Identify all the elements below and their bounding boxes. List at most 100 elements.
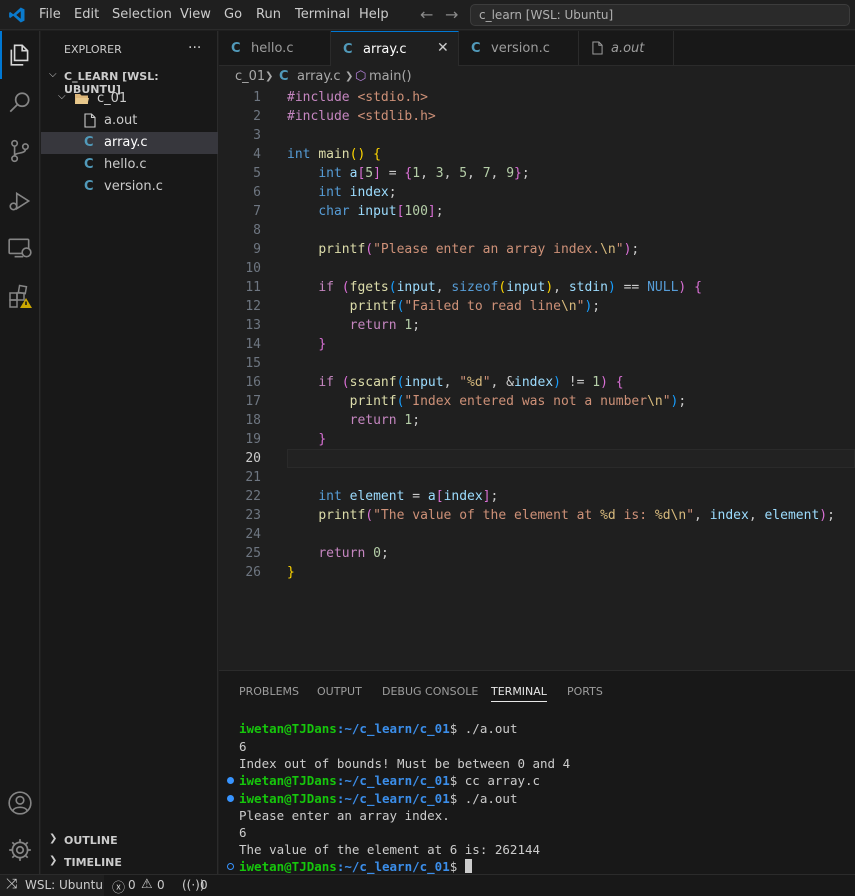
explorer-files-icon[interactable] [7,42,33,68]
code-line: } [318,432,327,447]
tab-hello-c[interactable]: C hello.c [219,31,331,66]
c-file-icon: C [84,179,94,194]
outline-title: OUTLINE [64,834,118,847]
command-decoration-icon[interactable] [227,863,234,870]
current-line-highlight [287,449,855,468]
menu-view[interactable]: View [180,7,211,22]
error-icon[interactable]: ⓧ [112,877,125,896]
panel-tab-ports[interactable]: PORTS [567,685,603,698]
code-line: return 1; [349,413,421,428]
file-icon [592,41,603,55]
settings-gear-icon[interactable] [7,837,33,863]
account-icon[interactable] [7,790,33,816]
code-line: int index; [318,185,397,200]
line-number: 15 [245,356,261,371]
command-decoration-icon[interactable] [227,777,234,784]
outline-section[interactable]: ❯ OUTLINE [41,830,218,852]
tab-array-c[interactable]: C array.c ✕ [331,31,459,67]
menu-file[interactable]: File [39,7,61,22]
search-icon[interactable] [7,90,33,116]
menu-run[interactable]: Run [256,7,281,22]
terminal-command: $ ./a.out [449,791,518,806]
workspace-root[interactable]: ⌵ C_LEARN [WSL: UBUNTU] [41,66,218,96]
terminal-cursor [464,859,472,873]
menu-terminal[interactable]: Terminal [295,7,350,22]
code-line: printf("The value of the element at %d i… [318,508,835,523]
breadcrumb-file[interactable]: array.c [297,69,341,84]
code-line: #include <stdlib.h> [287,109,436,124]
terminal-line: Index out of bounds! Must be between 0 a… [239,756,571,771]
file-hello-c[interactable]: C hello.c [41,154,218,176]
warning-icon[interactable]: ⚠ [141,877,153,892]
menu-selection[interactable]: Selection [112,7,172,22]
folder-c01[interactable]: ⌵ c_01 [41,88,218,110]
menu-go[interactable]: Go [224,7,242,22]
code-editor[interactable]: 1 2 3 4 5 6 7 8 9 10 11 12 13 14 15 16 1… [219,88,855,670]
line-number: 24 [245,527,261,542]
line-number: 2 [253,109,261,124]
c-file-icon: C [471,41,481,56]
file-array-c[interactable]: C array.c [41,132,218,154]
breadcrumb: c_01 ❯ C array.c ❯ ⬡ main() [219,66,855,88]
file-label: version.c [104,179,163,194]
file-icon [84,113,96,128]
code-line: printf("Please enter an array index.\n")… [318,242,640,257]
terminal-prompt[interactable]: iwetan@TJDans:~/c_learn/c_01$ [239,859,472,874]
breadcrumb-symbol[interactable]: main() [369,69,412,84]
line-number: 6 [253,185,261,200]
active-indicator [0,31,2,79]
line-number: 4 [253,147,261,162]
line-number: 18 [245,413,261,428]
panel-tab-debug-console[interactable]: DEBUG CONSOLE [382,685,478,698]
line-number: 3 [253,128,261,143]
menu-help[interactable]: Help [359,7,389,22]
code-line: char input[100]; [318,204,444,219]
panel-tab-problems[interactable]: PROBLEMS [239,685,299,698]
line-number-active: 20 [245,451,261,466]
tab-version-c[interactable]: C version.c [459,31,579,66]
terminal-line: iwetan@TJDans:~/c_learn/c_01$ cc array.c [239,773,540,788]
timeline-section[interactable]: ❯ TIMELINE [41,852,218,874]
remote-indicator[interactable]: ⤨ WSL: Ubuntu [0,875,104,896]
terminal-line: 6 [239,739,247,754]
terminal-user: iwetan@TJDans [239,791,337,806]
command-decoration-icon[interactable] [227,795,234,802]
line-number: 11 [245,280,261,295]
panel-tab-terminal[interactable]: TERMINAL [491,685,547,702]
explorer-sidebar: EXPLORER ··· ⌵ C_LEARN [WSL: UBUNTU] ⌵ c… [41,31,218,874]
close-icon[interactable]: ✕ [437,40,449,56]
tab-label: array.c [363,42,407,57]
folder-open-icon [75,94,89,104]
command-center-search[interactable]: c_learn [WSL: Ubuntu] [470,4,850,26]
terminal-path: :~/c_learn/c_01 [336,859,450,874]
tab-a-out[interactable]: a.out [579,31,674,66]
line-number: 1 [253,90,261,105]
code-line: return 0; [318,546,389,561]
code-line: } [318,337,327,352]
run-debug-icon[interactable] [7,188,33,214]
code-line: #include <stdio.h> [287,90,428,105]
panel-tab-output[interactable]: OUTPUT [317,685,362,698]
code-line: int element = a[index]; [318,489,499,504]
forward-arrow-icon[interactable]: → [445,5,458,24]
chevron-right-icon: ❯ [265,71,274,82]
c-file-icon: C [84,135,94,150]
back-arrow-icon[interactable]: ← [420,5,433,24]
vscode-logo-icon[interactable] [8,6,26,24]
remote-explorer-icon[interactable] [7,235,33,261]
breadcrumb-folder[interactable]: c_01 [235,69,265,84]
code-line: int main() { [287,147,381,162]
tab-label: a.out [611,41,645,56]
line-number: 26 [245,565,261,580]
menu-edit[interactable]: Edit [74,7,99,22]
more-actions-icon[interactable]: ··· [188,40,201,56]
terminal-user: iwetan@TJDans [239,859,337,874]
chevron-down-icon: ⌵ [49,69,57,80]
extensions-icon[interactable] [7,284,33,310]
file-version-c[interactable]: C version.c [41,176,218,198]
terminal-command: $ ./a.out [449,721,518,736]
source-control-icon[interactable] [7,138,33,164]
file-label: hello.c [104,157,147,172]
terminal-path: :~/c_learn/c_01 [336,791,450,806]
file-a-out[interactable]: a.out [41,110,218,132]
